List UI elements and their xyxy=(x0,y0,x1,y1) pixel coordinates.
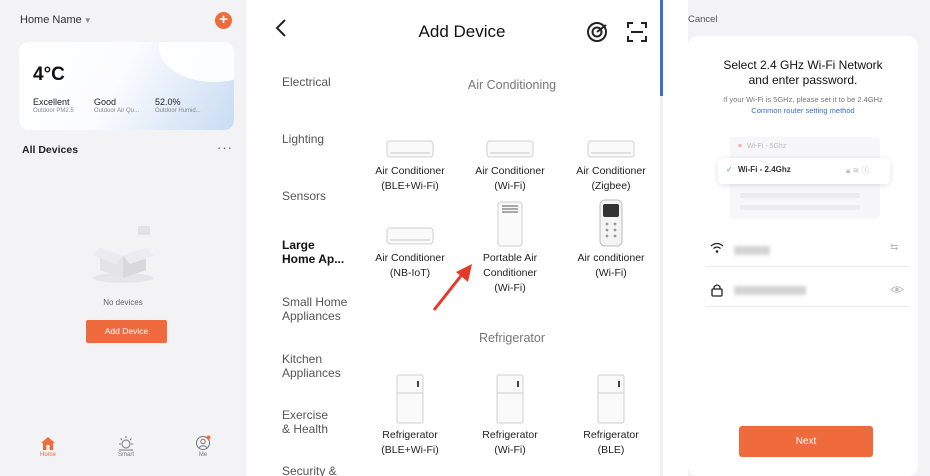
network-label: Wi-Fi - 5Ghz xyxy=(747,143,787,150)
blurred-password xyxy=(734,286,806,295)
network-5ghz: × Wi-Fi - 5Ghz xyxy=(738,143,786,150)
placeholder-line xyxy=(740,205,860,210)
weather-stat: Good Outdoor Air Qu... xyxy=(94,97,139,114)
next-button[interactable]: Next xyxy=(739,426,873,457)
weather-stat: Excellent Outdoor PM2.5 xyxy=(33,97,74,114)
wifi-heading: Select 2.4 GHz Wi-Fi Network and enter p… xyxy=(723,58,883,87)
weather-stat-value: Excellent xyxy=(33,97,70,107)
section-title-refrigerator: Refrigerator xyxy=(479,331,545,345)
user-icon xyxy=(196,435,211,450)
wifi-tip: If your Wi-Fi is 5GHz, please set it to … xyxy=(688,94,918,116)
tab-home[interactable]: Home xyxy=(28,434,68,458)
bottom-tab-bar: Home Smart Me xyxy=(0,428,246,476)
lock-icon xyxy=(711,284,723,297)
qr-scan-icon[interactable] xyxy=(626,21,648,43)
ac-icon xyxy=(486,140,534,158)
weather-stat: 52.0% Outdoor Humid... xyxy=(155,97,201,114)
fridge-icon xyxy=(496,374,524,424)
category-lighting[interactable]: Lighting xyxy=(282,132,324,146)
lock-wifi-info-icons: 🔒︎ ≋ ⓘ xyxy=(846,166,870,175)
device-label: Refrigerator (Wi-Fi) xyxy=(482,429,538,456)
weather-stat-label: Outdoor PM2.5 xyxy=(33,108,74,114)
category-exercise-health[interactable]: Exercise & Health xyxy=(282,408,328,436)
wifi-name-field[interactable]: ⇆ xyxy=(706,236,908,267)
device-label: Air Conditioner (BLE+Wi-Fi) xyxy=(375,165,445,192)
all-devices-heading: All Devices xyxy=(22,144,79,156)
portable-ac-icon xyxy=(497,201,523,247)
device-item[interactable]: Air Conditioner (BLE+Wi-Fi) xyxy=(360,108,460,194)
temperature: 4°C xyxy=(33,64,65,85)
wifi-setup-screen: Cancel Select 2.4 GHz Wi-Fi Network and … xyxy=(688,0,930,476)
weather-stat-value: 52.0% xyxy=(155,97,181,107)
device-label: Air Conditioner (Zigbee) xyxy=(576,165,646,192)
ac-icon xyxy=(386,227,434,245)
fridge-icon xyxy=(396,374,424,424)
tab-label: Smart xyxy=(117,452,134,458)
home-name-label: Home Name xyxy=(20,14,82,26)
sun-icon xyxy=(119,436,133,451)
category-small-home-appliances[interactable]: Small Home Appliances xyxy=(282,295,347,323)
network-2-4ghz: ✓ Wi-Fi - 2.4Ghz 🔒︎ ≋ ⓘ xyxy=(718,158,890,184)
device-item[interactable]: Refrigerator (BLE+Wi-Fi) xyxy=(360,372,460,458)
remote-icon xyxy=(599,199,623,247)
no-devices-text: No devices xyxy=(103,298,143,307)
network-status-icon: × xyxy=(738,143,743,150)
placeholder-line xyxy=(740,193,860,198)
ac-icon xyxy=(587,140,635,158)
tab-me[interactable]: Me xyxy=(183,434,223,458)
device-item[interactable]: Air Conditioner (Wi-Fi) xyxy=(460,108,560,194)
more-options-icon[interactable]: ··· xyxy=(217,140,233,155)
annotation-arrow xyxy=(432,264,472,311)
weather-stat-value: Good xyxy=(94,97,117,107)
add-plus-button[interactable]: + xyxy=(215,12,232,29)
device-label: Refrigerator (BLE) xyxy=(583,429,639,456)
scan-nearby-icon[interactable] xyxy=(586,21,608,43)
category-kitchen-appliances[interactable]: Kitchen Appliances xyxy=(282,352,341,380)
cancel-button[interactable]: Cancel xyxy=(688,14,718,25)
home-screen: Home Name ▼ + 4°C Excellent Outdoor PM2.5… xyxy=(0,0,246,476)
tab-label: Home xyxy=(39,452,56,458)
tab-label: Me xyxy=(198,452,208,458)
device-item[interactable]: Air Conditioner (Zigbee) xyxy=(561,108,661,194)
cloud-illustration xyxy=(159,42,234,82)
home-icon xyxy=(41,436,55,450)
weather-stat-label: Outdoor Humid... xyxy=(155,108,201,114)
device-item[interactable]: Refrigerator (BLE) xyxy=(561,372,661,458)
password-field[interactable] xyxy=(706,276,908,307)
eye-icon[interactable] xyxy=(890,285,904,294)
category-security[interactable]: Security & xyxy=(282,464,337,476)
weather-stat-label: Outdoor Air Qu... xyxy=(94,108,140,114)
add-device-button[interactable]: Add Device xyxy=(86,320,167,343)
device-label: Air Conditioner (Wi-Fi) xyxy=(475,165,545,192)
add-device-screen: Add Device Electrical Lighting Sensors L… xyxy=(262,0,662,476)
wifi-tip-text: If your Wi-Fi is 5GHz, please set it to … xyxy=(723,95,883,104)
category-sensors[interactable]: Sensors xyxy=(282,189,326,203)
home-name-selector[interactable]: Home Name ▼ xyxy=(20,14,92,26)
wifi-icon xyxy=(710,242,724,253)
network-label: Wi-Fi - 2.4Ghz xyxy=(737,165,791,174)
fridge-icon xyxy=(597,374,625,424)
device-label: Air conditioner (Wi-Fi) xyxy=(577,252,645,279)
switch-network-icon[interactable]: ⇆ xyxy=(890,242,898,253)
scrollbar-thumb[interactable] xyxy=(660,0,663,96)
blurred-wifi-name xyxy=(734,246,770,255)
section-title-air-conditioning: Air Conditioning xyxy=(467,78,557,92)
device-item[interactable]: Refrigerator (Wi-Fi) xyxy=(460,372,560,458)
device-label: Refrigerator (BLE+Wi-Fi) xyxy=(381,429,439,456)
network-status-icon: ✓ xyxy=(726,165,733,174)
device-item[interactable]: Air conditioner (Wi-Fi) xyxy=(561,195,661,281)
router-setting-link[interactable]: Common router setting method xyxy=(688,105,918,116)
ac-icon xyxy=(386,140,434,158)
empty-box-illustration xyxy=(92,226,154,283)
tab-smart[interactable]: Smart xyxy=(106,434,146,458)
weather-card[interactable]: 4°C Excellent Outdoor PM2.5 Good Outdoor… xyxy=(19,42,234,130)
caret-down-icon: ▼ xyxy=(83,16,92,25)
category-large-home-appliances[interactable]: Large Home Ap... xyxy=(282,238,344,266)
